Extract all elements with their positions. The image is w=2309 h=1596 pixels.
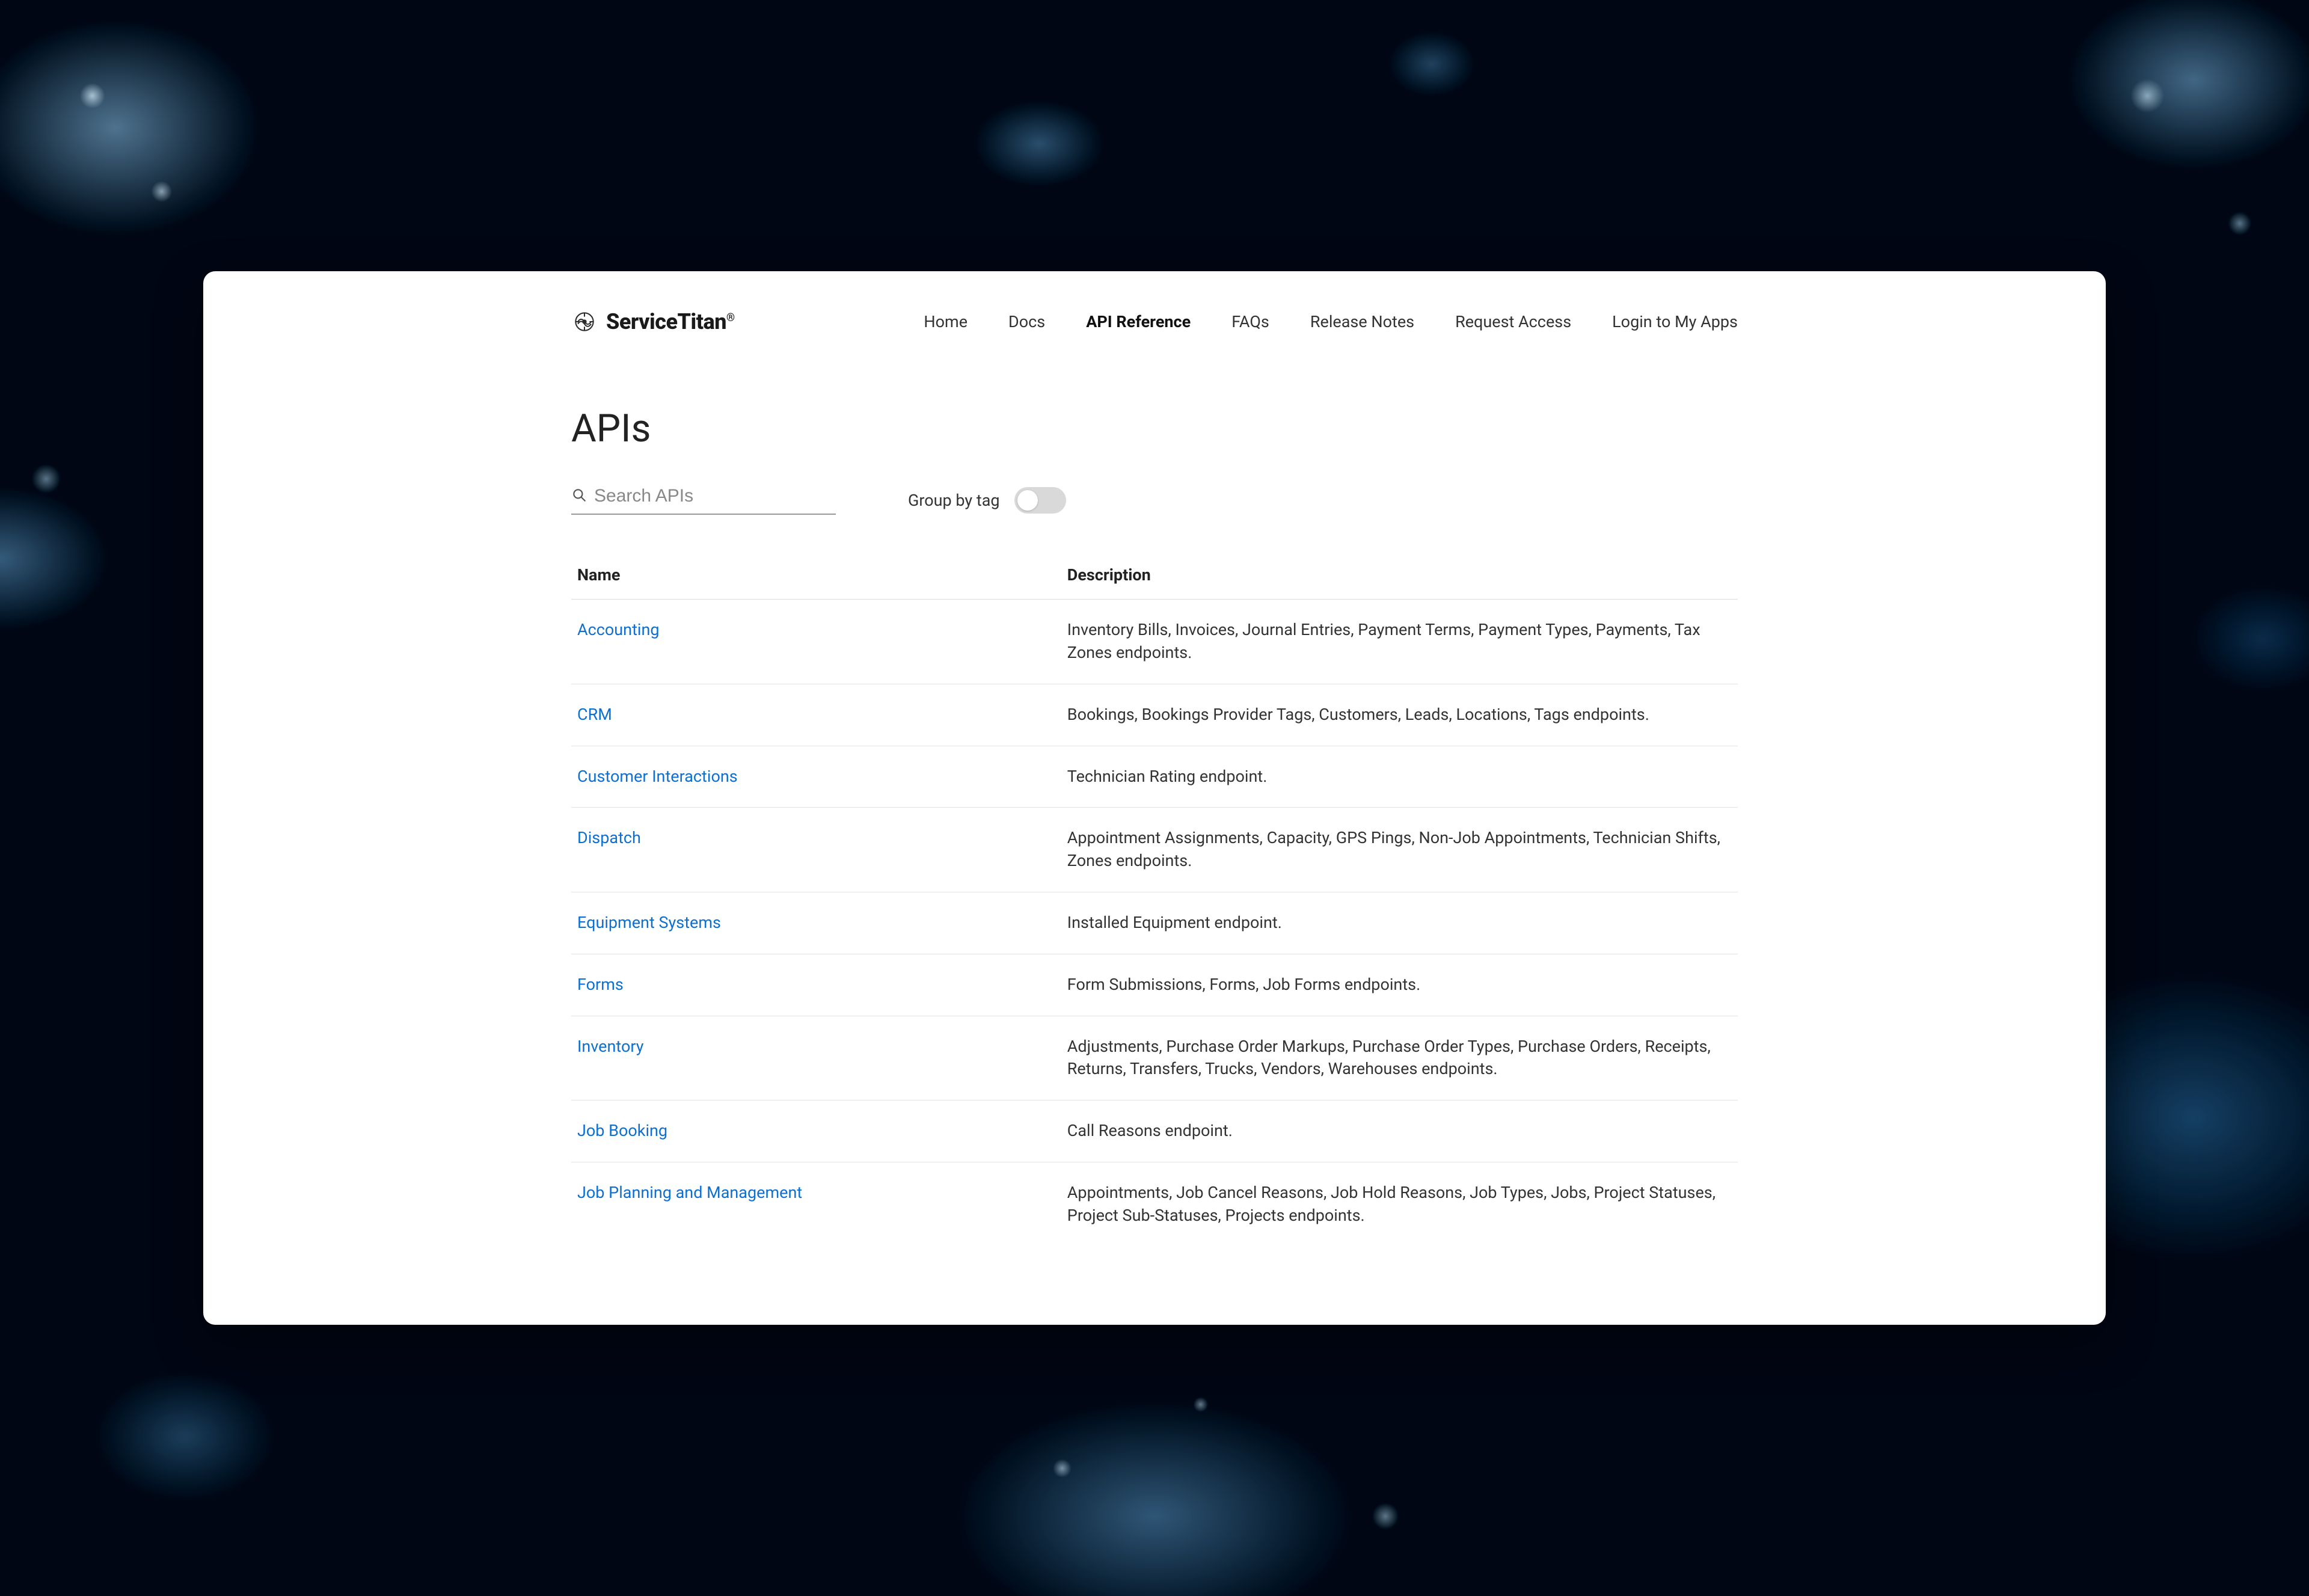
table-row: Job Booking Call Reasons endpoint.: [571, 1100, 1738, 1162]
api-description: Appointment Assignments, Capacity, GPS P…: [1061, 808, 1738, 892]
search-field[interactable]: [571, 486, 836, 515]
page-title: APIs: [571, 406, 1738, 451]
table-row: Job Planning and Management Appointments…: [571, 1162, 1738, 1246]
table-header-row: Name Description: [571, 551, 1738, 600]
api-description: Inventory Bills, Invoices, Journal Entri…: [1061, 600, 1738, 684]
api-link-accounting[interactable]: Accounting: [577, 620, 660, 639]
table-row: Accounting Inventory Bills, Invoices, Jo…: [571, 600, 1738, 684]
api-link-forms[interactable]: Forms: [577, 975, 624, 994]
app-window: ServiceTitan® Home Docs API Reference FA…: [203, 271, 2106, 1325]
nav-login[interactable]: Login to My Apps: [1612, 312, 1738, 331]
brand-logo-icon: [571, 308, 598, 335]
api-link-crm[interactable]: CRM: [577, 705, 612, 724]
main-nav: Home Docs API Reference FAQs Release Not…: [924, 312, 1738, 331]
table-row: Equipment Systems Installed Equipment en…: [571, 892, 1738, 954]
api-link-job-planning-and-management[interactable]: Job Planning and Management: [577, 1183, 802, 1202]
brand-logo[interactable]: ServiceTitan®: [571, 308, 735, 335]
topbar: ServiceTitan® Home Docs API Reference FA…: [571, 271, 1738, 359]
table-row: Inventory Adjustments, Purchase Order Ma…: [571, 1016, 1738, 1100]
controls-row: Group by tag: [571, 486, 1738, 515]
nav-release-notes[interactable]: Release Notes: [1310, 312, 1414, 331]
brand-logo-text: ServiceTitan®: [606, 309, 735, 334]
group-by-tag-toggle[interactable]: [1014, 487, 1066, 514]
api-link-dispatch[interactable]: Dispatch: [577, 828, 641, 847]
col-header-name: Name: [571, 551, 1061, 600]
api-link-inventory[interactable]: Inventory: [577, 1037, 644, 1056]
api-description: Technician Rating endpoint.: [1061, 746, 1738, 808]
col-header-description: Description: [1061, 551, 1738, 600]
api-description: Form Submissions, Forms, Job Forms endpo…: [1061, 954, 1738, 1016]
table-row: Customer Interactions Technician Rating …: [571, 746, 1738, 808]
api-link-job-booking[interactable]: Job Booking: [577, 1121, 667, 1140]
api-description: Bookings, Bookings Provider Tags, Custom…: [1061, 684, 1738, 746]
table-row: CRM Bookings, Bookings Provider Tags, Cu…: [571, 684, 1738, 746]
nav-faqs[interactable]: FAQs: [1231, 312, 1269, 331]
group-by-tag-label: Group by tag: [908, 491, 1000, 510]
api-description: Adjustments, Purchase Order Markups, Pur…: [1061, 1016, 1738, 1100]
search-input[interactable]: [594, 486, 836, 506]
api-description: Call Reasons endpoint.: [1061, 1100, 1738, 1162]
nav-request-access[interactable]: Request Access: [1455, 312, 1571, 331]
table-row: Forms Form Submissions, Forms, Job Forms…: [571, 954, 1738, 1016]
nav-home[interactable]: Home: [924, 312, 967, 331]
search-icon: [571, 487, 587, 505]
api-table: Name Description Accounting Inventory Bi…: [571, 551, 1738, 1246]
nav-docs[interactable]: Docs: [1008, 312, 1045, 331]
nav-api-reference[interactable]: API Reference: [1086, 312, 1191, 331]
api-description: Appointments, Job Cancel Reasons, Job Ho…: [1061, 1162, 1738, 1246]
api-description: Installed Equipment endpoint.: [1061, 892, 1738, 954]
api-link-customer-interactions[interactable]: Customer Interactions: [577, 767, 738, 786]
group-by-tag-control: Group by tag: [908, 487, 1066, 514]
api-link-equipment-systems[interactable]: Equipment Systems: [577, 913, 721, 932]
table-row: Dispatch Appointment Assignments, Capaci…: [571, 808, 1738, 892]
